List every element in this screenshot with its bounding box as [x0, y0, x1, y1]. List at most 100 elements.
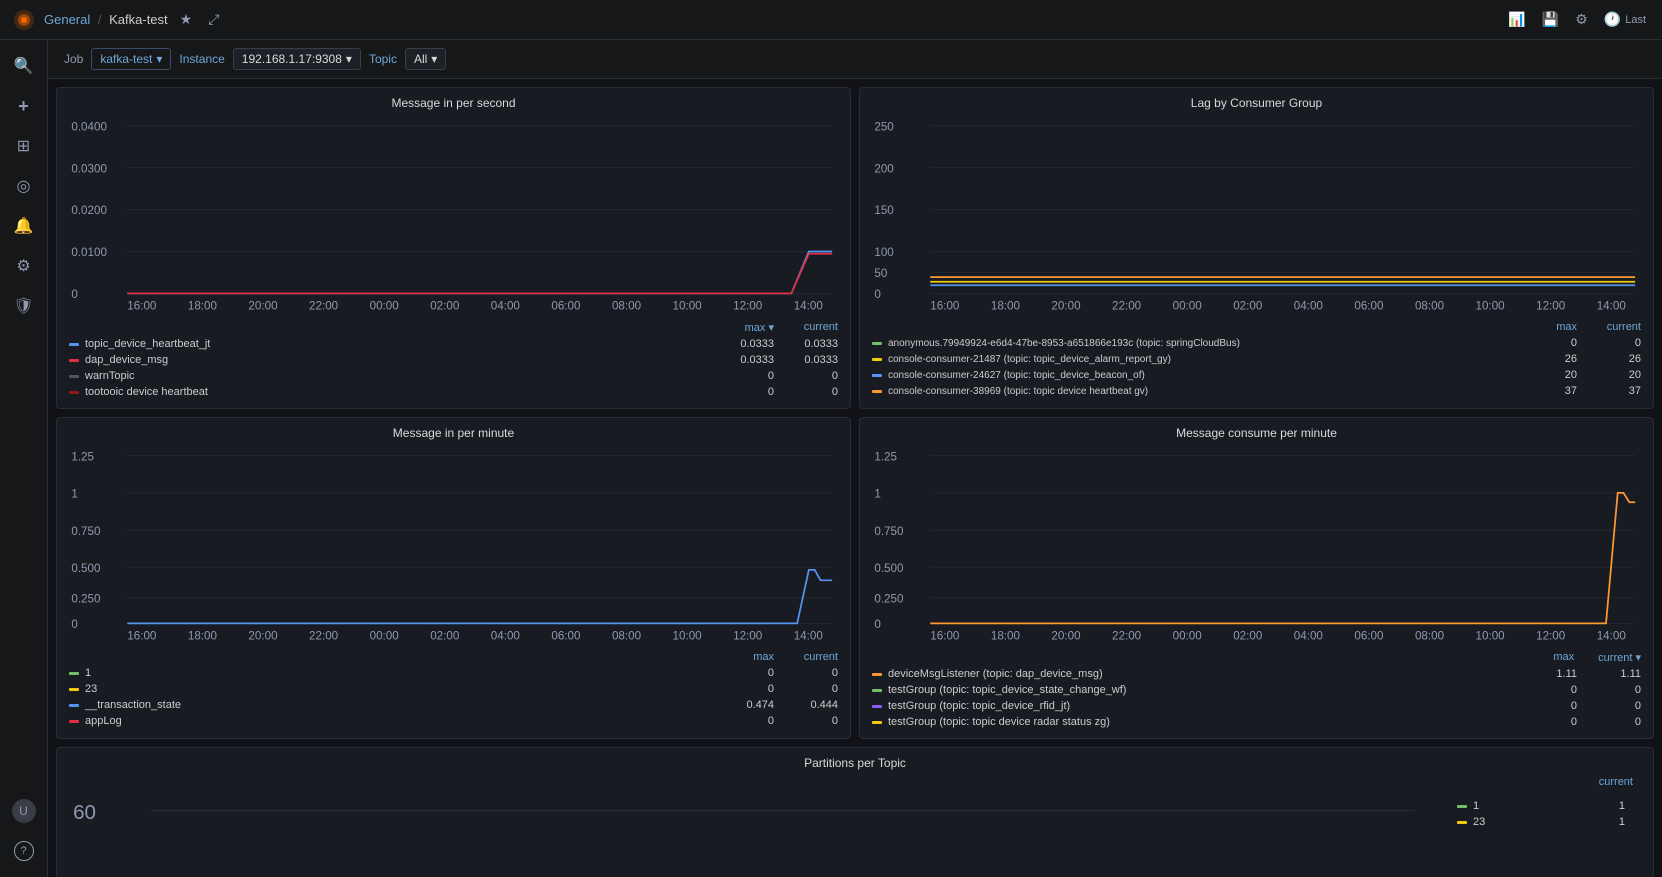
- panel-partitions: Partitions per Topic current 60 50 40: [56, 747, 1654, 877]
- dashboard: Message in per second 0.0400 0.0300 0.02…: [48, 79, 1662, 877]
- time-picker-button[interactable]: 🕐 Last: [1600, 7, 1650, 32]
- legend-label-3: tootooic device heartbeat: [85, 386, 208, 398]
- chart-lag-svg: 250 200 150 100 50 0 16:00: [872, 114, 1641, 312]
- sidebar-item-dashboards[interactable]: ⊞: [6, 128, 42, 164]
- legend-col-max: max ▾: [734, 321, 774, 334]
- instance-chevron-icon: ▾: [346, 52, 352, 66]
- svg-text:50: 50: [874, 267, 887, 280]
- legend-minute-label-2: __transaction_state: [85, 699, 181, 711]
- chart-msg-minute-area: 1.25 1 0.750 0.500 0.250 0: [69, 444, 838, 645]
- search-icon: 🔍: [14, 56, 34, 76]
- svg-text:10:00: 10:00: [1476, 630, 1506, 642]
- panel-lag-consumer: Lag by Consumer Group 250 200 150 100 50…: [859, 87, 1654, 409]
- partitions-current-header: current: [1593, 776, 1633, 788]
- breadcrumb-current: Kafka-test: [109, 12, 168, 27]
- sidebar-item-alerts[interactable]: 🔔: [6, 208, 42, 244]
- svg-text:0.0300: 0.0300: [71, 162, 107, 175]
- chart-consume-svg: 1.25 1 0.750 0.500 0.250 0: [872, 444, 1641, 642]
- filter-bar: Job kafka-test ▾ Instance 192.168.1.17:9…: [48, 40, 1662, 79]
- svg-text:02:00: 02:00: [1233, 300, 1263, 312]
- svg-text:10:00: 10:00: [1476, 300, 1506, 312]
- svg-text:16:00: 16:00: [930, 300, 960, 312]
- legend-header-minute: max current: [69, 649, 838, 665]
- legend-lag-current-2: 20: [1601, 369, 1641, 381]
- svg-text:06:00: 06:00: [551, 630, 581, 642]
- svg-text:0: 0: [71, 618, 78, 631]
- legend-max-3: 0: [734, 386, 774, 398]
- legend-consume-max-1: 0: [1537, 684, 1577, 696]
- gear-icon: ⚙: [16, 256, 30, 276]
- legend-row-3: tootooic device heartbeat 0 0: [69, 384, 838, 400]
- legend-row-0: topic_device_heartbeat_jt 0.0333 0.0333: [69, 336, 838, 352]
- legend-consume-dot-2: [872, 705, 882, 708]
- legend-minute-row-1: 23 0 0: [69, 681, 838, 697]
- legend-max-1: 0.0333: [734, 354, 774, 366]
- legend-max-0: 0.0333: [734, 338, 774, 350]
- legend-lag-col-current: current: [1601, 321, 1641, 333]
- svg-text:16:00: 16:00: [127, 630, 157, 642]
- svg-text:14:00: 14:00: [1597, 630, 1627, 642]
- legend-lag-dot-3: [872, 390, 882, 393]
- legend-minute-dot-1: [69, 688, 79, 691]
- legend-minute-dot-2: [69, 704, 79, 707]
- sidebar-item-user[interactable]: U: [6, 793, 42, 829]
- svg-text:06:00: 06:00: [1354, 630, 1384, 642]
- panel-lag-title: Lag by Consumer Group: [872, 96, 1641, 110]
- job-filter[interactable]: kafka-test ▾: [91, 48, 171, 70]
- legend-lag-current-3: 37: [1601, 385, 1641, 397]
- svg-text:200: 200: [874, 162, 894, 175]
- instance-value: 192.168.1.17:9308: [242, 52, 342, 66]
- shield-icon: 🛡: [13, 296, 33, 316]
- breadcrumb-home[interactable]: General: [44, 12, 90, 27]
- chart-lag-area: 250 200 150 100 50 0 16:00: [872, 114, 1641, 315]
- instance-filter[interactable]: 192.168.1.17:9308 ▾: [233, 48, 361, 70]
- legend-consume-current-2: 0: [1601, 700, 1641, 712]
- svg-text:0.250: 0.250: [874, 593, 904, 606]
- legend-minute-row-3: appLog 0 0: [69, 713, 838, 729]
- user-icon: U: [12, 799, 36, 823]
- settings-button[interactable]: ⚙: [1571, 7, 1592, 32]
- sidebar-item-help[interactable]: ?: [6, 833, 42, 869]
- panel-msg-minute-title: Message in per minute: [69, 426, 838, 440]
- svg-text:02:00: 02:00: [430, 630, 460, 642]
- legend-consume-current-3: 0: [1601, 716, 1641, 728]
- svg-text:1: 1: [71, 488, 77, 501]
- instance-label: Instance: [179, 52, 224, 66]
- chart-msg-per-second-area: 0.0400 0.0300 0.0200 0.0100 0: [69, 114, 838, 315]
- svg-text:22:00: 22:00: [309, 300, 339, 312]
- save-button[interactable]: 💾: [1538, 7, 1563, 32]
- legend-minute-current-2: 0.444: [798, 699, 838, 711]
- legend-dot-2: [69, 375, 79, 378]
- svg-text:22:00: 22:00: [1112, 300, 1142, 312]
- legend-lag-dot-1: [872, 358, 882, 361]
- legend-lag-col-max: max: [1537, 321, 1577, 333]
- svg-text:08:00: 08:00: [1415, 630, 1445, 642]
- sidebar-item-shield[interactable]: 🛡: [6, 288, 42, 324]
- sidebar-item-search[interactable]: 🔍: [6, 48, 42, 84]
- panel-consume-title: Message consume per minute: [872, 426, 1641, 440]
- chart-consume-area: 1.25 1 0.750 0.500 0.250 0: [872, 444, 1641, 645]
- star-button[interactable]: ★: [176, 7, 197, 32]
- svg-text:00:00: 00:00: [370, 630, 400, 642]
- svg-text:04:00: 04:00: [1294, 630, 1324, 642]
- svg-text:20:00: 20:00: [248, 630, 278, 642]
- share-button[interactable]: ⤢: [204, 7, 223, 32]
- legend-consume-label-2: testGroup (topic: topic_device_rfid_jt): [888, 700, 1070, 712]
- legend-consume-label-0: deviceMsgListener (topic: dap_device_msg…: [888, 668, 1103, 680]
- svg-text:12:00: 12:00: [1536, 300, 1566, 312]
- svg-text:1.25: 1.25: [71, 450, 94, 463]
- svg-text:0.0200: 0.0200: [71, 204, 107, 217]
- legend-label-2: warnTopic: [85, 370, 135, 382]
- sidebar-item-explore[interactable]: ◎: [6, 168, 42, 204]
- svg-text:0.0400: 0.0400: [71, 120, 107, 133]
- topic-filter[interactable]: All ▾: [405, 48, 446, 70]
- help-icon: ?: [14, 841, 34, 861]
- bar-chart-button[interactable]: 📊: [1504, 7, 1529, 32]
- sidebar-item-add[interactable]: +: [6, 88, 42, 124]
- legend-header: max ▾ current: [69, 319, 838, 336]
- legend-msg-minute: max current 1 0 0: [69, 649, 838, 729]
- legend-consume-dot-1: [872, 689, 882, 692]
- legend-lag-label-0: anonymous.79949924-e6d4-47be-8953-a65186…: [888, 338, 1240, 349]
- panel-partitions-title: Partitions per Topic: [69, 756, 1641, 770]
- sidebar-item-config[interactable]: ⚙: [6, 248, 42, 284]
